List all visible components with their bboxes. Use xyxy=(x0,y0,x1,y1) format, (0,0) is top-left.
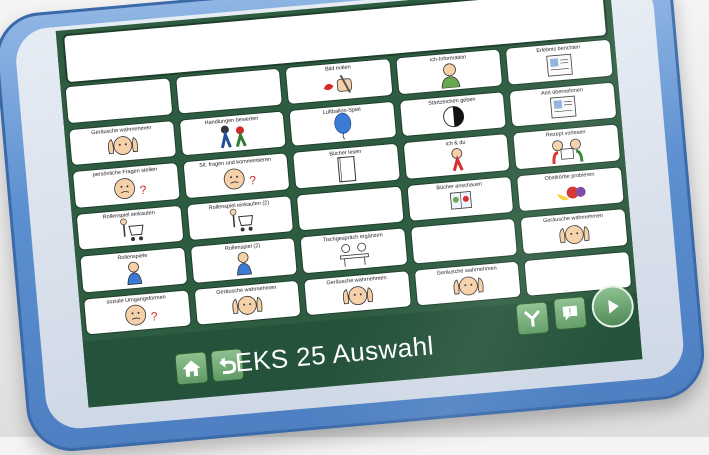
symbol-cell[interactable]: persönliche Fragen stellen? xyxy=(71,161,181,209)
blank xyxy=(176,77,281,111)
symbol-cell[interactable]: Obstkörbe probieren xyxy=(516,165,625,213)
tablet-device: Bild malen ich-Information Erlebnis berich… xyxy=(0,0,708,455)
symbol-cell[interactable]: Geräusche wahrnehmen xyxy=(303,269,412,317)
symbol-cell[interactable]: Bücher anschauen xyxy=(406,175,515,222)
blank xyxy=(412,227,517,261)
symbol-grid: Bild malen ich-Information Erlebnis berich… xyxy=(64,38,633,336)
blank xyxy=(66,86,171,120)
comment-button[interactable]: ! xyxy=(552,295,588,331)
board-title: EKS 25 Auswahl xyxy=(233,330,435,378)
symbol-cell[interactable]: Luftballon-Spiel xyxy=(288,100,398,147)
home-button[interactable] xyxy=(174,351,209,386)
aac-screen: Bild malen ich-Information Erlebnis berich… xyxy=(55,0,643,408)
symbol-cell[interactable]: Sit. fragen und kommentieren? xyxy=(182,152,291,199)
choice-icon xyxy=(523,309,541,327)
symbol-cell[interactable]: Amt übernehmen xyxy=(508,81,618,128)
symbol-cell[interactable]: Geräusche wahrnehmen xyxy=(413,259,523,307)
speech-bubble-icon: ! xyxy=(562,305,578,321)
symbol-cell[interactable]: Tischgespräch ergänzen xyxy=(299,227,409,274)
symbol-cell[interactable]: Startzeichen geben xyxy=(398,90,508,138)
home-icon xyxy=(182,360,201,377)
symbol-cell[interactable]: Handlungen bewerten xyxy=(178,109,287,157)
symbol-cell[interactable]: ich-Information xyxy=(395,48,504,95)
symbol-cell[interactable]: Bild malen xyxy=(284,57,394,105)
symbol-cell-empty[interactable] xyxy=(174,67,284,115)
symbol-cell[interactable]: ich & du xyxy=(402,132,511,180)
blank xyxy=(298,194,403,228)
symbol-cell-empty[interactable] xyxy=(409,217,519,265)
choice-button[interactable] xyxy=(515,301,550,336)
symbol-cell[interactable]: Rollenspiel einkaufen xyxy=(75,204,185,251)
symbol-cell[interactable]: Geräusche wahrnehmen xyxy=(193,279,302,326)
svg-text:?: ? xyxy=(139,182,147,197)
symbol-cell[interactable]: Rollenspiel einkaufen (2) xyxy=(185,194,295,242)
symbol-cell[interactable]: Bücher lesen xyxy=(292,142,401,190)
symbol-cell[interactable]: soziale Umgangsformen? xyxy=(83,288,192,336)
symbol-cell[interactable]: Rollenspiel (2) xyxy=(189,236,298,284)
symbol-cell-empty[interactable] xyxy=(64,77,173,124)
symbol-cell[interactable]: Erlebnis berichten xyxy=(505,38,614,86)
svg-text:?: ? xyxy=(249,173,257,188)
symbol-cell[interactable]: Geräusche wahrnehmen xyxy=(520,208,629,255)
symbol-cell[interactable]: Geräusche wahrnehmen xyxy=(68,119,177,167)
symbol-cell-empty[interactable] xyxy=(295,184,405,232)
symbol-cell[interactable]: Rezept vorlesen xyxy=(512,123,622,170)
play-icon xyxy=(608,299,619,314)
svg-text:?: ? xyxy=(150,309,158,324)
symbol-cell[interactable]: Rollenspiele xyxy=(79,246,188,294)
